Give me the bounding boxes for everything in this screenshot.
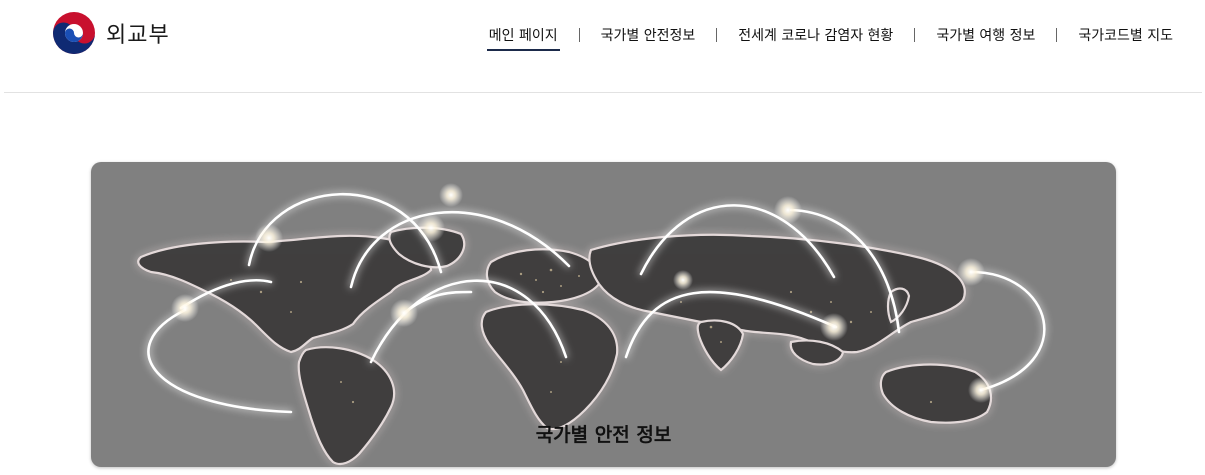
header-divider xyxy=(4,92,1202,93)
nav-item-country-code-map[interactable]: 국가코드별 지도 xyxy=(1076,25,1175,45)
nav-separator xyxy=(578,28,580,42)
safety-info-banner[interactable]: 국가별 안전 정보 xyxy=(91,162,1116,467)
nav-item-travel-info[interactable]: 국가별 여행 정보 xyxy=(934,25,1037,45)
nav-item-country-safety[interactable]: 국가별 안전정보 xyxy=(599,25,698,45)
europe-shape xyxy=(485,248,601,304)
nav-separator xyxy=(1056,28,1058,42)
site-logo[interactable]: 외교부 xyxy=(51,10,170,56)
main-nav: 메인 페이지 국가별 안전정보 전세계 코로나 감염자 현황 국가별 여행 정보… xyxy=(460,24,1175,51)
banner-title: 국가별 안전 정보 xyxy=(535,424,672,446)
korea-taegeuk-icon xyxy=(53,12,95,54)
nav-item-main-page[interactable]: 메인 페이지 xyxy=(486,25,560,51)
india-shape xyxy=(696,319,745,372)
site-header: 외교부 메인 페이지 국가별 안전정보 전세계 코로나 감염자 현황 국가별 여… xyxy=(0,0,1205,93)
nav-separator xyxy=(716,28,718,42)
nav-separator xyxy=(914,28,916,42)
nav-item-covid-status[interactable]: 전세계 코로나 감염자 현황 xyxy=(736,25,895,45)
brand-name: 외교부 xyxy=(106,23,170,48)
